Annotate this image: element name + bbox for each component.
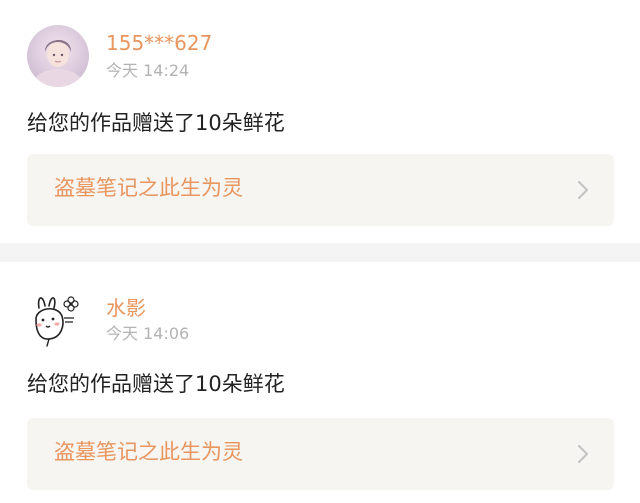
work-title: 盗墓笔记之此生为灵 — [54, 440, 243, 464]
chevron-right-icon — [577, 180, 589, 200]
gift-notification-card: 水影 今天 14:06 给您的作品赠送了10朵鲜花 盗墓笔记之此生为灵 — [0, 262, 640, 503]
work-title: 盗墓笔记之此生为灵 — [54, 176, 243, 200]
username[interactable]: 155***627 — [106, 33, 212, 53]
gift-notification-card: 155***627 今天 14:24 给您的作品赠送了10朵鲜花 盗墓笔记之此生… — [0, 0, 640, 243]
timestamp: 今天 14:06 — [106, 324, 190, 343]
work-link-button[interactable]: 盗墓笔记之此生为灵 — [27, 154, 614, 226]
avatar[interactable] — [27, 25, 89, 87]
gift-notification-feed: 155***627 今天 14:24 给您的作品赠送了10朵鲜花 盗墓笔记之此生… — [0, 0, 640, 503]
card-separator — [0, 243, 640, 262]
username[interactable]: 水影 — [106, 298, 146, 318]
gift-message: 给您的作品赠送了10朵鲜花 — [27, 111, 285, 135]
avatar[interactable] — [27, 288, 89, 350]
user-photo-avatar-icon — [27, 25, 89, 87]
gift-message: 给您的作品赠送了10朵鲜花 — [27, 372, 285, 396]
timestamp: 今天 14:24 — [106, 61, 190, 80]
chevron-right-icon — [577, 444, 589, 464]
cartoon-rabbit-avatar-icon — [27, 288, 89, 350]
work-link-button[interactable]: 盗墓笔记之此生为灵 — [27, 418, 614, 490]
